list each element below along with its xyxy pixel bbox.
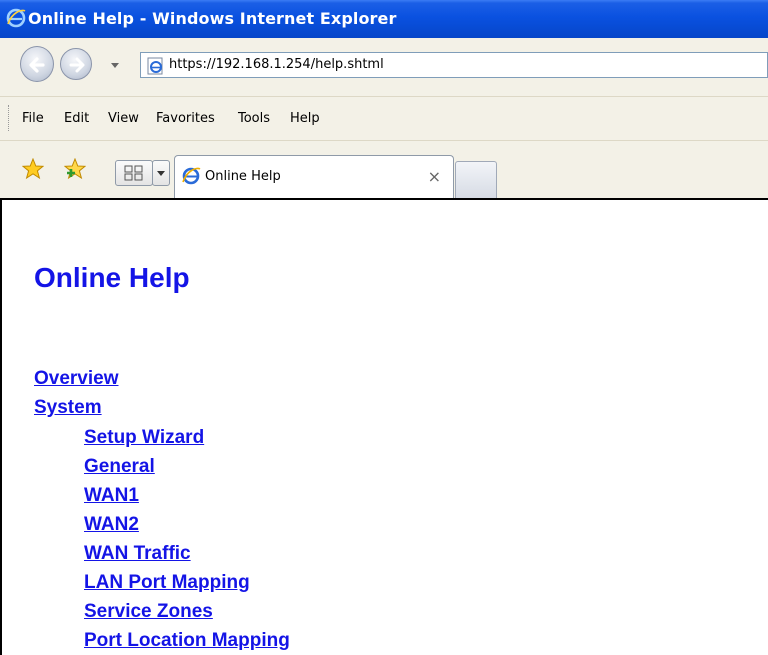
url-text: https://192.168.1.254/help.shtml	[169, 57, 384, 72]
page-content: Online Help Overview System Setup Wizard…	[0, 198, 768, 655]
forward-button[interactable]	[60, 48, 92, 80]
tab-online-help[interactable]: Online Help ×	[174, 155, 454, 199]
chevron-down-icon	[157, 171, 165, 176]
page-ie-icon	[147, 57, 163, 75]
new-tab-button[interactable]	[455, 161, 497, 199]
menu-bar: File Edit View Favorites Tools Help	[0, 96, 768, 140]
add-favorites-icon[interactable]	[64, 158, 86, 180]
link-lan-port-mapping[interactable]: LAN Port Mapping	[84, 572, 250, 594]
favorites-star-icon[interactable]	[22, 158, 44, 180]
link-general[interactable]: General	[84, 456, 155, 478]
tab-list-button[interactable]	[152, 160, 170, 186]
ie-logo-icon	[6, 8, 26, 28]
address-input[interactable]: https://192.168.1.254/help.shtml	[140, 52, 768, 78]
menu-file[interactable]: File	[22, 111, 44, 126]
window-title: Online Help - Windows Internet Explorer	[28, 9, 397, 28]
link-overview[interactable]: Overview	[34, 368, 119, 390]
address-toolbar: https://192.168.1.254/help.shtml	[0, 38, 768, 96]
close-icon[interactable]: ×	[428, 167, 441, 186]
link-wan1[interactable]: WAN1	[84, 485, 139, 507]
link-port-location-mapping[interactable]: Port Location Mapping	[84, 630, 290, 652]
forward-arrow-icon	[69, 57, 85, 73]
quick-tabs-icon	[124, 165, 143, 181]
back-arrow-icon	[29, 57, 45, 73]
link-system[interactable]: System	[34, 397, 102, 419]
menu-edit[interactable]: Edit	[64, 111, 89, 126]
menu-help[interactable]: Help	[290, 111, 320, 126]
title-bar: Online Help - Windows Internet Explorer	[0, 0, 768, 38]
browser-window: Online Help - Windows Internet Explorer …	[0, 0, 768, 655]
link-setup-wizard[interactable]: Setup Wizard	[84, 427, 204, 449]
link-wan2[interactable]: WAN2	[84, 514, 139, 536]
ie-logo-icon	[182, 167, 201, 185]
tab-label: Online Help	[205, 169, 281, 184]
menu-view[interactable]: View	[108, 111, 139, 126]
page-title: Online Help	[34, 262, 190, 293]
recent-pages-dropdown[interactable]	[110, 60, 120, 70]
link-wan-traffic[interactable]: WAN Traffic	[84, 543, 191, 565]
tab-bar: Online Help ×	[0, 140, 768, 199]
toolbar-grip	[8, 105, 11, 131]
link-service-zones[interactable]: Service Zones	[84, 601, 213, 623]
quick-tabs-button[interactable]	[115, 160, 153, 186]
menu-favorites[interactable]: Favorites	[156, 111, 215, 126]
back-button[interactable]	[20, 46, 54, 82]
menu-tools[interactable]: Tools	[238, 111, 270, 126]
